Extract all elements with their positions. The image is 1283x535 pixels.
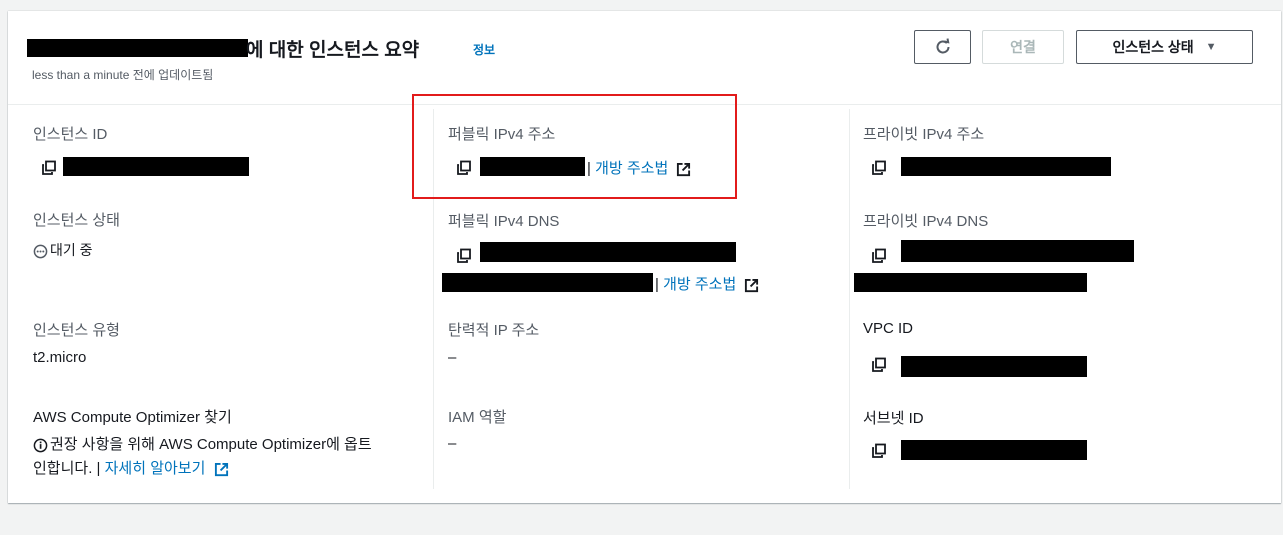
refresh-button[interactable] [914, 30, 971, 64]
copy-icon[interactable] [456, 160, 472, 176]
iam-role-value: – [448, 435, 457, 452]
copy-icon[interactable] [41, 160, 57, 176]
info-link[interactable]: 정보 [473, 41, 495, 58]
copy-icon[interactable] [871, 443, 887, 459]
caret-down-icon: ▼ [1205, 41, 1217, 53]
redacted-subnet-id [901, 440, 1087, 460]
instance-type-label: 인스턴스 유형 [33, 322, 120, 339]
open-address-link[interactable]: 개방 주소법 [595, 160, 668, 177]
public-dns-label: 퍼블릭 IPv4 DNS [448, 213, 560, 230]
copy-icon[interactable] [871, 248, 887, 264]
redacted-private-ip [901, 157, 1111, 176]
external-link-icon[interactable] [744, 278, 759, 293]
separator: | [96, 460, 101, 477]
optimizer-line2: 인합니다. [33, 460, 93, 477]
redacted-instance-id [63, 157, 249, 176]
optimizer-line1: 권장 사항을 위해 AWS Compute Optimizer에 옵트 [50, 436, 372, 453]
column-divider [849, 109, 850, 489]
elastic-ip-value: – [448, 349, 457, 366]
optimizer-line2-row: 인합니다. | 자세히 알아보기 [33, 457, 229, 478]
redacted-private-dns-cont [854, 273, 1087, 292]
updated-timestamp: less than a minute 전에 업데이트됨 [32, 68, 214, 82]
separator: | [587, 160, 591, 177]
connect-button[interactable]: 연결 [982, 30, 1064, 64]
pending-status-icon [33, 244, 48, 259]
external-link-icon[interactable] [676, 162, 691, 177]
optimizer-label: AWS Compute Optimizer 찾기 [33, 409, 232, 426]
instance-id-label: 인스턴스 ID [33, 126, 108, 143]
refresh-icon [936, 38, 949, 54]
redacted-public-dns [480, 242, 736, 262]
redacted-public-ip [480, 157, 585, 176]
subnet-id-label: 서브넷 ID [863, 410, 924, 427]
copy-icon[interactable] [871, 357, 887, 373]
public-dns-actions: | 개방 주소법 [655, 273, 759, 294]
optimizer-message: 권장 사항을 위해 AWS Compute Optimizer에 옵트 [33, 433, 372, 454]
learn-more-link[interactable]: 자세히 알아보기 [105, 460, 206, 477]
redacted-vpc-id [901, 356, 1087, 377]
external-link-icon[interactable] [214, 462, 229, 477]
open-address-link[interactable]: 개방 주소법 [663, 276, 736, 293]
instance-summary-panel: 에 대한 인스턴스 요약 정보 less than a minute 전에 업데… [8, 11, 1281, 503]
vpc-id-label: VPC ID [863, 320, 914, 337]
summary-header: 에 대한 인스턴스 요약 정보 less than a minute 전에 업데… [8, 11, 1281, 105]
redacted-private-dns [901, 240, 1134, 262]
highlight-box [412, 94, 737, 199]
info-circle-icon [33, 438, 48, 452]
private-dns-label: 프라이빗 IPv4 DNS [863, 213, 989, 230]
instance-type-value: t2.micro [33, 349, 87, 366]
instance-state-label: 인스턴스 상태 [33, 212, 120, 229]
public-ipv4-label: 퍼블릭 IPv4 주소 [448, 126, 556, 143]
instance-state-text: 대기 중 [50, 242, 93, 258]
private-ipv4-label: 프라이빗 IPv4 주소 [863, 126, 985, 143]
separator: | [655, 276, 659, 293]
public-ipv4-actions: | 개방 주소법 [587, 157, 691, 178]
redacted-instance-name [27, 39, 248, 57]
copy-icon[interactable] [456, 248, 472, 264]
copy-icon[interactable] [871, 160, 887, 176]
elastic-ip-label: 탄력적 IP 주소 [448, 322, 540, 339]
instance-state-dropdown-label: 인스턴스 상태 [1112, 39, 1194, 55]
instance-state-value: 대기 중 [33, 240, 93, 260]
redacted-public-dns-cont [442, 273, 653, 292]
iam-role-label: IAM 역할 [448, 409, 507, 426]
instance-state-dropdown[interactable]: 인스턴스 상태 ▼ [1076, 30, 1253, 64]
page-title: 에 대한 인스턴스 요약 [246, 40, 420, 61]
